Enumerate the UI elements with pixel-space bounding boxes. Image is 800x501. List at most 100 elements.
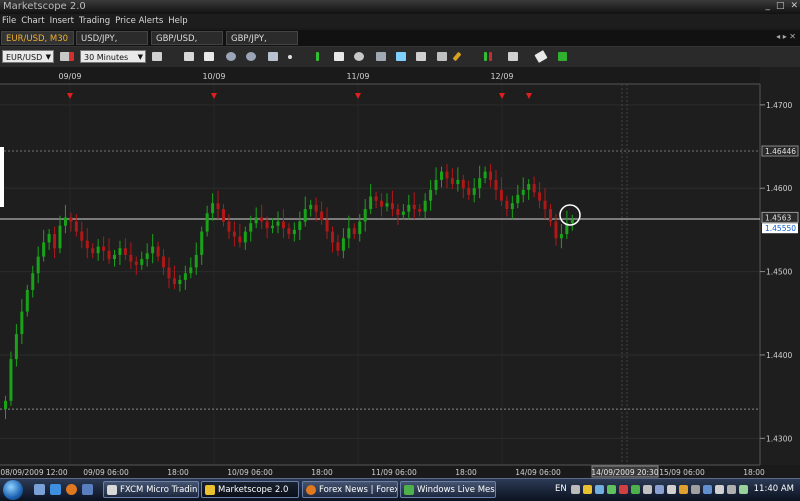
scroll-icon[interactable] [558,52,567,61]
tray-monitor-icon[interactable] [655,485,664,494]
marker-text: 1.4563 [765,213,791,222]
note-icon[interactable] [334,52,344,61]
maximize-button[interactable]: □ [776,1,785,11]
print-icon[interactable] [376,52,386,61]
candle-body [434,179,438,190]
menu-help[interactable]: Help [168,14,187,28]
tray-dollar-icon[interactable] [583,485,592,494]
menu-chart[interactable]: Chart [21,14,44,28]
timeframe-select[interactable]: 30 Minutes ▼ [80,50,146,63]
task-marketscope[interactable]: Marketscope 2.0 [201,481,299,498]
window-title: Marketscope 2.0 [3,1,86,12]
candle-body [467,188,471,195]
chart-svg[interactable]: 09/09 10/09 11/09 12/09 1.4700 1.4600 1.45… [0,67,800,478]
candle-body [145,253,149,260]
eraser-icon[interactable] [534,50,548,63]
candle-body [374,196,378,201]
price-chart[interactable]: 09/09 10/09 11/09 12/09 1.4700 1.4600 1.45… [0,67,800,478]
alert-off-icon[interactable] [69,52,74,61]
candle-body [407,204,411,212]
menu-file[interactable]: File [2,14,16,28]
task-forex-news[interactable]: Forex News | Forex T... [302,481,398,498]
tab-usdjpy[interactable]: USD/JPY, M30✕ [76,31,148,58]
date-label: 10/09 [202,72,225,81]
line-tool-icon[interactable] [508,52,518,61]
show-desktop-icon[interactable] [34,484,45,495]
candle-body [380,200,384,207]
tray-shield-icon[interactable] [607,485,616,494]
chart-type-icon[interactable] [152,52,162,61]
tray-speaker-icon[interactable] [643,485,652,494]
candle-body [543,200,547,210]
marker-text: 1.45550 [765,224,796,233]
candle-body [570,219,574,224]
price-label: 1.4500 [766,268,792,277]
time-axis-labels: 08/09/2009 12:00 09/09 06:00 18:00 10/09… [0,465,765,478]
candle-icon[interactable] [484,52,487,61]
chart-tab-bar: EUR/USD, M30 USD/JPY, M30✕ GBP/USD, M30✕… [0,30,800,58]
menu-bar: File Chart Insert Trading Price Alerts H… [0,14,800,28]
candle-body [538,192,542,201]
tray-network-icon[interactable] [595,485,604,494]
candle-body [107,250,111,260]
candle-body [47,234,51,243]
dot-tool-icon[interactable] [288,55,292,59]
candle-body [369,196,373,210]
indicator-icon[interactable] [316,52,319,61]
save-icon[interactable] [416,52,426,61]
start-button[interactable] [3,480,23,500]
candle-body [42,242,46,257]
close-button[interactable]: ✕ [790,1,798,11]
menu-price-alerts[interactable]: Price Alerts [115,14,163,28]
tray-antivirus-icon[interactable] [619,485,628,494]
tab-eurusd[interactable]: EUR/USD, M30 [1,31,74,45]
menu-insert[interactable]: Insert [50,14,74,28]
chart-toolbar: EUR/USD ▼ 30 Minutes ▼ [0,47,800,68]
tray-bluetooth-icon[interactable] [703,485,712,494]
comment-icon[interactable] [204,52,214,61]
language-indicator[interactable]: EN [555,484,567,494]
eye-icon[interactable] [354,52,364,61]
candle-body [265,221,269,229]
candle-body [85,240,89,249]
switch-windows-icon[interactable] [82,484,93,495]
candle-body [243,231,247,243]
candle-body [113,254,116,260]
menu-trading[interactable]: Trading [79,14,110,28]
properties-icon[interactable] [184,52,194,61]
link-icon[interactable] [396,52,406,61]
tray-update-icon[interactable] [739,485,748,494]
task-fxcm[interactable]: FXCM Micro Tradin... [103,481,199,498]
task-messenger[interactable]: Windows Live Mess... [400,481,496,498]
zoom-in-icon[interactable] [226,52,236,61]
tab-gbpjpy[interactable]: GBP/JPY, M30✕ [226,31,298,58]
crosshair-icon[interactable] [268,52,278,61]
candle-body [516,194,520,204]
chart-settings-icon[interactable] [437,52,447,61]
taskbar-clock[interactable]: 11:40 AM [754,484,794,494]
price-label: 1.4400 [766,351,792,360]
browser-icon[interactable] [50,484,61,495]
candle-down-icon[interactable] [489,52,492,61]
pen-icon[interactable] [452,51,462,62]
side-panel-tab[interactable] [0,147,4,207]
candle-body [450,178,454,185]
instrument-select[interactable]: EUR/USD ▼ [2,50,54,63]
tray-usb-icon[interactable] [691,485,700,494]
chart-background [0,67,800,478]
tray-power-icon[interactable] [679,485,688,494]
firefox-icon[interactable] [66,484,77,495]
tray-wifi-icon[interactable] [715,485,724,494]
task-label: Forex News | Forex T... [319,485,398,495]
candle-body [91,248,95,254]
candle-body [440,171,443,180]
zoom-out-icon[interactable] [246,52,256,61]
tab-gbpusd[interactable]: GBP/USD, M30✕ [151,31,223,58]
tray-volume-icon[interactable] [667,485,676,494]
tray-arrow-icon[interactable] [571,485,580,494]
minimize-button[interactable]: _ [765,1,770,11]
window-controls: _ □ ✕ [765,1,798,11]
tray-sound-icon[interactable] [727,485,736,494]
tray-messenger-icon[interactable] [631,485,640,494]
tab-scroll-controls[interactable]: ◂ ▸ ✕ [776,32,796,41]
